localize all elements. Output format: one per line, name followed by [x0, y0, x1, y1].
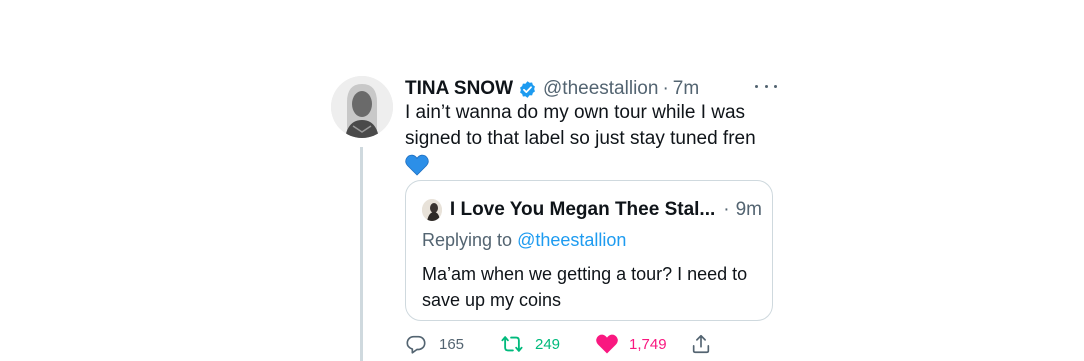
tweet-text: I ain’t wanna do my own tour while I was… [405, 100, 785, 184]
share-button[interactable] [690, 332, 712, 356]
retweet-button[interactable]: 249 [500, 332, 560, 356]
quoted-tweet-header: I Love You Megan Thee Stal... · 9m [422, 198, 762, 222]
replying-to-handle[interactable]: @theestallion [517, 230, 626, 250]
quoted-tweet[interactable]: I Love You Megan Thee Stal... · 9m Reply… [405, 180, 773, 321]
share-icon [692, 334, 710, 354]
blue-heart-icon [405, 154, 429, 176]
replying-to-line: Replying to @theestallion [422, 230, 626, 251]
author-handle[interactable]: @theestallion [543, 78, 658, 100]
quoted-timestamp: 9m [735, 199, 762, 220]
quoted-tweet-text: Ma’am when we getting a tour? I need to … [422, 264, 748, 310]
reply-count: 165 [439, 335, 465, 353]
like-button[interactable]: 1,749 [595, 332, 667, 356]
more-icon[interactable] [755, 76, 777, 96]
separator-dot: · [723, 199, 730, 220]
like-icon [596, 334, 618, 354]
tweet-body: I ain’t wanna do my own tour while I was… [405, 102, 756, 149]
separator-dot: · [662, 78, 669, 99]
reply-icon [406, 335, 426, 354]
verified-badge-icon [518, 80, 537, 99]
quoted-author-name: I Love You Megan Thee Stal... [449, 199, 716, 220]
thread-line [360, 147, 363, 361]
retweet-count: 249 [535, 335, 561, 353]
like-count: 1,749 [629, 335, 667, 353]
tweet-actions: 165 249 1,749 [405, 332, 715, 356]
quoted-author-avatar [422, 199, 442, 221]
author-name[interactable]: TINA SNOW [405, 78, 513, 100]
retweet-icon [501, 336, 523, 352]
author-avatar[interactable] [331, 76, 393, 138]
tweet-timestamp[interactable]: 7m [673, 78, 699, 100]
tweet-header: TINA SNOW @theestallion · 7m [405, 76, 785, 102]
replying-to-prefix: Replying to [422, 230, 518, 250]
reply-button[interactable]: 165 [405, 332, 464, 356]
